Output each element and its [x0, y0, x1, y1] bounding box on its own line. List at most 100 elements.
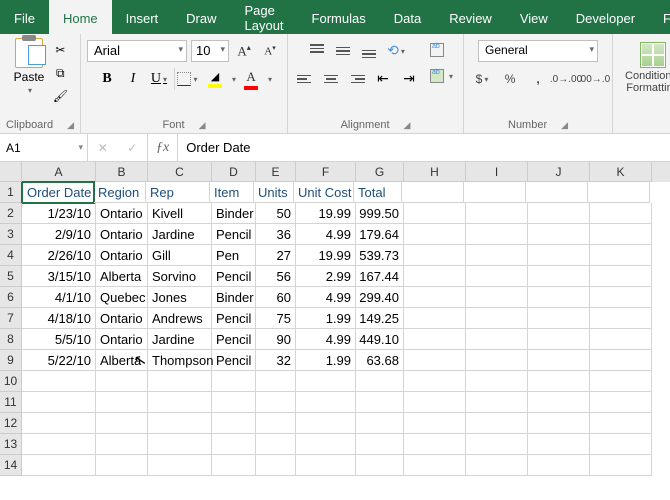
cell-H3[interactable]: [404, 224, 466, 245]
column-header-K[interactable]: K: [590, 162, 652, 182]
cell-B5[interactable]: Alberta: [96, 266, 148, 287]
wrap-text-button[interactable]: [426, 40, 448, 60]
cell-H6[interactable]: [404, 287, 466, 308]
cell-D4[interactable]: Pen: [212, 245, 256, 266]
clipboard-dialog-launcher[interactable]: ◢: [67, 120, 74, 131]
cell-D12[interactable]: [212, 413, 256, 434]
column-header-C[interactable]: C: [148, 162, 212, 182]
font-dialog-launcher[interactable]: ◢: [199, 120, 206, 131]
cell-E7[interactable]: 75: [256, 308, 296, 329]
select-all-corner[interactable]: [0, 162, 22, 182]
cell-J3[interactable]: [528, 224, 590, 245]
cell-G10[interactable]: [356, 371, 404, 392]
cell-F14[interactable]: [296, 455, 356, 476]
row-header-4[interactable]: 4: [0, 245, 22, 266]
cell-F8[interactable]: 4.99: [296, 329, 356, 350]
comma-format-button[interactable]: ,: [526, 68, 550, 90]
cell-J7[interactable]: [528, 308, 590, 329]
cell-E10[interactable]: [256, 371, 296, 392]
cell-E9[interactable]: 32: [256, 350, 296, 371]
cancel-formula-button[interactable]: ✕: [98, 141, 108, 155]
cell-E6[interactable]: 60: [256, 287, 296, 308]
cell-B3[interactable]: Ontario: [96, 224, 148, 245]
merge-center-button[interactable]: ▾: [426, 66, 457, 86]
cell-B7[interactable]: Ontario: [96, 308, 148, 329]
cell-C14[interactable]: [148, 455, 212, 476]
formula-input[interactable]: [178, 134, 670, 161]
column-header-H[interactable]: H: [404, 162, 466, 182]
cell-D11[interactable]: [212, 392, 256, 413]
number-format-select[interactable]: General: [478, 40, 598, 62]
cell-C9[interactable]: Thompson: [148, 350, 212, 371]
cell-K7[interactable]: [590, 308, 652, 329]
align-center-button[interactable]: [320, 69, 342, 89]
cell-J6[interactable]: [528, 287, 590, 308]
cell-F5[interactable]: 2.99: [296, 266, 356, 287]
tab-review[interactable]: Review: [435, 0, 506, 34]
cell-I13[interactable]: [466, 434, 528, 455]
column-header-F[interactable]: F: [296, 162, 356, 182]
cell-K3[interactable]: [590, 224, 652, 245]
cell-G13[interactable]: [356, 434, 404, 455]
cell-J4[interactable]: [528, 245, 590, 266]
cell-E3[interactable]: 36: [256, 224, 296, 245]
cell-A6[interactable]: 4/1/10: [22, 287, 96, 308]
cell-E4[interactable]: 27: [256, 245, 296, 266]
column-header-G[interactable]: G: [356, 162, 404, 182]
cell-K8[interactable]: [590, 329, 652, 350]
tab-page-layout[interactable]: Page Layout: [231, 0, 298, 34]
cell-C4[interactable]: Gill: [148, 245, 212, 266]
row-header-12[interactable]: 12: [0, 413, 22, 434]
percent-format-button[interactable]: %: [498, 68, 522, 90]
row-header-14[interactable]: 14: [0, 455, 22, 476]
cell-F9[interactable]: 1.99: [296, 350, 356, 371]
font-color-button[interactable]: A: [240, 68, 262, 90]
cell-I2[interactable]: [466, 203, 528, 224]
cell-C13[interactable]: [148, 434, 212, 455]
cell-J11[interactable]: [528, 392, 590, 413]
cell-D7[interactable]: Pencil: [212, 308, 256, 329]
borders-button[interactable]: ▾: [174, 68, 200, 90]
cell-G5[interactable]: 167.44: [356, 266, 404, 287]
tab-fox[interactable]: Fox: [649, 0, 670, 34]
name-box-input[interactable]: [6, 141, 81, 155]
cell-I12[interactable]: [466, 413, 528, 434]
tab-draw[interactable]: Draw: [172, 0, 230, 34]
cell-B2[interactable]: Ontario: [96, 203, 148, 224]
column-header-E[interactable]: E: [256, 162, 296, 182]
cell-B4[interactable]: Ontario: [96, 245, 148, 266]
cell-B10[interactable]: [96, 371, 148, 392]
cell-F1[interactable]: Unit Cost: [294, 182, 354, 203]
conditional-formatting-button[interactable]: Conditional Formatting: [619, 40, 670, 96]
cell-E2[interactable]: 50: [256, 203, 296, 224]
cell-E11[interactable]: [256, 392, 296, 413]
cell-J5[interactable]: [528, 266, 590, 287]
cell-A4[interactable]: 2/26/10: [22, 245, 96, 266]
cell-F6[interactable]: 4.99: [296, 287, 356, 308]
cell-H10[interactable]: [404, 371, 466, 392]
cell-A2[interactable]: 1/23/10: [22, 203, 96, 224]
tab-view[interactable]: View: [506, 0, 562, 34]
cell-I11[interactable]: [466, 392, 528, 413]
cell-C12[interactable]: [148, 413, 212, 434]
cell-H8[interactable]: [404, 329, 466, 350]
cell-A14[interactable]: [22, 455, 96, 476]
cell-D9[interactable]: Pencil: [212, 350, 256, 371]
cell-K14[interactable]: [590, 455, 652, 476]
cell-B6[interactable]: Quebec: [96, 287, 148, 308]
row-header-2[interactable]: 2: [0, 203, 22, 224]
cell-A10[interactable]: [22, 371, 96, 392]
cell-B12[interactable]: [96, 413, 148, 434]
cell-I9[interactable]: [466, 350, 528, 371]
decrease-indent-button[interactable]: ⇤: [372, 68, 394, 90]
enter-formula-button[interactable]: ✓: [127, 141, 137, 155]
row-header-6[interactable]: 6: [0, 287, 22, 308]
cell-A13[interactable]: [22, 434, 96, 455]
cell-A7[interactable]: 4/18/10: [22, 308, 96, 329]
cell-J2[interactable]: [528, 203, 590, 224]
cell-A3[interactable]: 2/9/10: [22, 224, 96, 245]
cell-E1[interactable]: Units: [254, 182, 294, 203]
cell-K4[interactable]: [590, 245, 652, 266]
row-header-3[interactable]: 3: [0, 224, 22, 245]
cell-E13[interactable]: [256, 434, 296, 455]
